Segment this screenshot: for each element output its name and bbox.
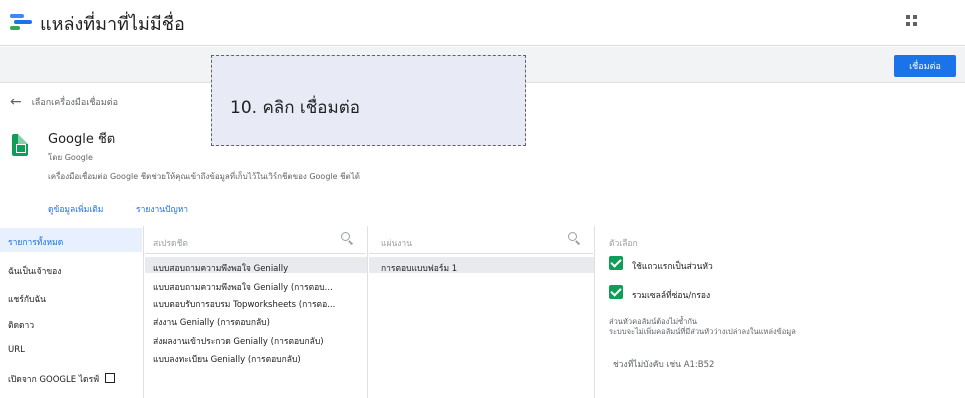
spreadsheet-item[interactable]: แบบลงทะเบียน Genially (การตอบกลับ) bbox=[153, 352, 301, 366]
spreadsheet-header-divider bbox=[145, 253, 365, 254]
first-row-header-checkbox[interactable] bbox=[609, 256, 623, 270]
google-sheets-icon bbox=[12, 134, 28, 156]
optional-range-input[interactable]: ช่วงที่ไม่บังคับ เช่น A1:B52 bbox=[609, 355, 839, 371]
include-hidden-cells-label[interactable]: รวมเซลล์ที่ซ่อน/กรอง bbox=[632, 288, 710, 302]
back-arrow-icon[interactable]: ← bbox=[10, 94, 22, 110]
column-divider bbox=[367, 226, 368, 398]
spreadsheet-item[interactable]: แบบตอบรับการอบรม Topworksheets (การตอ... bbox=[153, 297, 335, 311]
spreadsheet-item[interactable]: ส่งงาน Genially (การตอบกลับ) bbox=[153, 315, 270, 329]
connector-description: เครื่องมือเชื่อมต่อ Google ชีตช่วยให้คุณ… bbox=[48, 172, 360, 181]
sidebar-item-owned[interactable]: ฉันเป็นเจ้าของ bbox=[8, 264, 61, 278]
worksheet-item[interactable]: การตอบแบบฟอร์ม 1 bbox=[381, 261, 457, 275]
looker-studio-logo-icon bbox=[10, 12, 32, 32]
report-issue-link[interactable]: รายงานปัญหา bbox=[136, 202, 188, 216]
back-label[interactable]: เลือกเครื่องมือเชื่อมต่อ bbox=[32, 95, 118, 109]
column-divider bbox=[143, 226, 144, 398]
sidebar-item-drive[interactable]: เปิดจาก GOOGLE ไดรฟ์ bbox=[8, 372, 116, 386]
options-note: ระบบจะไม่เพิ่มคอลัมน์ที่มีส่วนหัวว่างเปล… bbox=[609, 327, 796, 336]
spreadsheet-item[interactable]: ส่งผลงานเข้าประกวด Genially (การตอบกลับ) bbox=[153, 334, 324, 348]
spreadsheet-item[interactable]: แบบสอบถามความพึงพอใจ Genially (การตอบ... bbox=[153, 280, 333, 294]
connect-button[interactable]: เชื่อมต่อ bbox=[894, 55, 956, 77]
top-bar: แหล่งที่มาที่ไม่มีชื่อ bbox=[0, 0, 965, 46]
sidebar-item-all[interactable]: รายการทั้งหมด bbox=[8, 235, 63, 249]
instruction-callout: 10. คลิก เชื่อมต่อ bbox=[211, 55, 526, 146]
worksheet-header-divider bbox=[369, 253, 593, 254]
open-external-icon bbox=[105, 373, 116, 383]
include-hidden-cells-checkbox[interactable] bbox=[609, 285, 623, 299]
first-row-header-label[interactable]: ใช้แถวแรกเป็นส่วนหัว bbox=[632, 259, 713, 273]
sidebar-item-url[interactable]: URL bbox=[8, 345, 25, 355]
worksheet-search-label[interactable]: แผ่นงาน bbox=[381, 236, 412, 250]
connector-name: Google ชีต bbox=[48, 132, 116, 147]
learn-more-link[interactable]: ดูข้อมูลเพิ่มเติม bbox=[48, 202, 103, 216]
apps-grid-icon[interactable] bbox=[906, 15, 920, 29]
spreadsheet-item[interactable]: แบบสอบถามความพึงพอใจ Genially bbox=[153, 261, 288, 275]
search-icon[interactable] bbox=[341, 232, 353, 244]
spreadsheet-search-label[interactable]: สเปรดชีต bbox=[153, 236, 188, 250]
callout-text: 10. คลิก เชื่อมต่อ bbox=[230, 98, 360, 118]
options-header: ตัวเลือก bbox=[609, 239, 638, 249]
sidebar-item-drive-label[interactable]: เปิดจาก GOOGLE ไดรฟ์ bbox=[8, 375, 99, 385]
sidebar-item-shared[interactable]: แชร์กับฉัน bbox=[8, 292, 46, 306]
column-divider bbox=[594, 226, 595, 398]
back-to-connectors[interactable]: ← เลือกเครื่องมือเชื่อมต่อ bbox=[10, 94, 118, 110]
search-icon[interactable] bbox=[568, 232, 580, 244]
sidebar-item-starred[interactable]: ติดดาว bbox=[8, 318, 34, 332]
page-title[interactable]: แหล่งที่มาที่ไม่มีชื่อ bbox=[40, 9, 185, 38]
connector-author: โดย Google bbox=[48, 153, 93, 162]
